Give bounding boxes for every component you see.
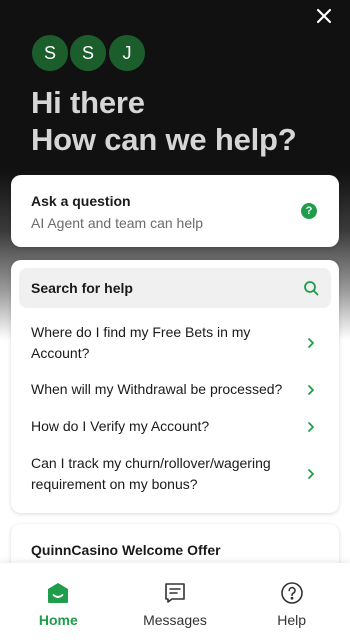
chevron-right-icon	[308, 421, 314, 432]
avatar: S	[30, 33, 70, 73]
search-icon	[304, 281, 319, 296]
chevron-right-icon	[308, 338, 314, 348]
search-label: Search for help	[31, 280, 133, 296]
nav-help-label: Help	[277, 612, 307, 628]
home-icon	[48, 583, 69, 603]
help-card: Search for help Where do I find my Free …	[11, 260, 339, 513]
faq-text: Can I track my churn/rollover/wagering r…	[31, 455, 271, 492]
ask-question-title: Ask a question	[31, 193, 131, 209]
search-for-help-button[interactable]: Search for help	[19, 268, 331, 308]
welcome-offer-title: QuinnCasino Welcome Offer	[31, 542, 221, 558]
help-icon	[280, 582, 303, 604]
faq-text: How do I Verify my Account?	[31, 418, 210, 434]
nav-home-label: Home	[38, 612, 78, 628]
faq-text: When will my Withdrawal be processed?	[31, 381, 283, 397]
faq-item[interactable]: Can I track my churn/rollover/wagering r…	[19, 453, 331, 495]
avatar: J	[107, 33, 147, 73]
bottom-nav: Home Messages Help	[0, 563, 350, 640]
faq-item[interactable]: When will my Withdrawal be processed?	[19, 379, 331, 400]
ask-question-subtitle: AI Agent and team can help	[31, 215, 204, 231]
greeting: Hi there How can we help?	[31, 84, 334, 158]
nav-messages[interactable]: Messages	[117, 563, 234, 640]
faq-item[interactable]: How do I Verify my Account?	[19, 416, 331, 437]
messages-icon	[165, 583, 185, 603]
greeting-line-2: How can we help?	[31, 122, 297, 157]
nav-messages-label: Messages	[143, 612, 207, 628]
ask-question-card[interactable]: Ask a question AI Agent and team can hel…	[11, 175, 339, 247]
faq-list: Where do I find my Free Bets in my Accou…	[19, 322, 331, 495]
greeting-line-1: Hi there	[31, 85, 145, 120]
chevron-right-icon	[308, 384, 314, 395]
avatar: S	[68, 33, 108, 73]
chevron-right-icon	[308, 469, 314, 479]
faq-text: Where do I find my Free Bets in my Accou…	[31, 324, 251, 361]
faq-item[interactable]: Where do I find my Free Bets in my Accou…	[19, 322, 331, 364]
nav-home[interactable]: Home	[0, 563, 117, 640]
close-button[interactable]	[312, 4, 336, 28]
nav-help[interactable]: Help	[233, 563, 350, 640]
question-icon: ?	[301, 203, 317, 219]
close-icon	[316, 8, 332, 24]
